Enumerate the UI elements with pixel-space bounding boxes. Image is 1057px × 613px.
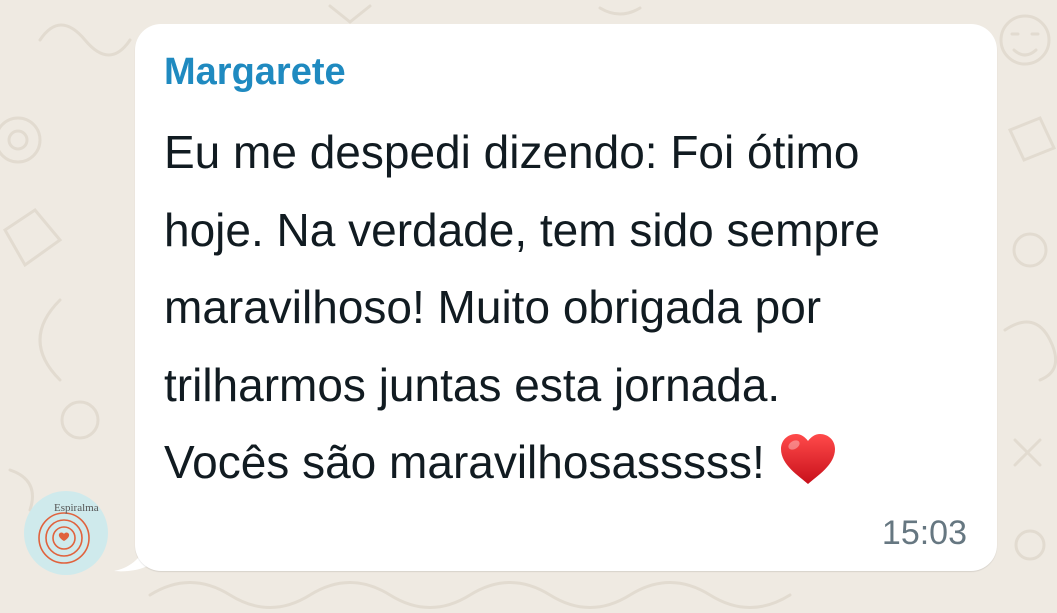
- sender-name[interactable]: Margarete: [164, 48, 346, 96]
- message-line: Eu me despedi dizendo: Foi ótimo: [164, 126, 860, 178]
- message-line-last: Vocês são maravilhosasssss!: [164, 424, 984, 502]
- message-line-text: Vocês são maravilhosasssss!: [164, 436, 765, 488]
- message-line: hoje. Na verdade, tem sido sempre: [164, 203, 880, 256]
- logo-text: Espiralma: [54, 502, 99, 514]
- message-timestamp: 15:03: [881, 514, 967, 552]
- contact-avatar[interactable]: Espiralma: [24, 491, 108, 575]
- message-text: Eu me despedi dizendo: Foi ótimo hoje. N…: [164, 114, 984, 502]
- red-heart-icon: [780, 434, 835, 484]
- message-line: trilharmos juntas esta jornada.: [164, 358, 781, 411]
- spiral-logo-icon: Espiralma: [38, 502, 99, 564]
- message-line: maravilhoso! Muito obrigada por: [164, 281, 822, 333]
- message-bubble[interactable]: Margarete Eu me despedi dizendo: Foi óti…: [135, 24, 997, 571]
